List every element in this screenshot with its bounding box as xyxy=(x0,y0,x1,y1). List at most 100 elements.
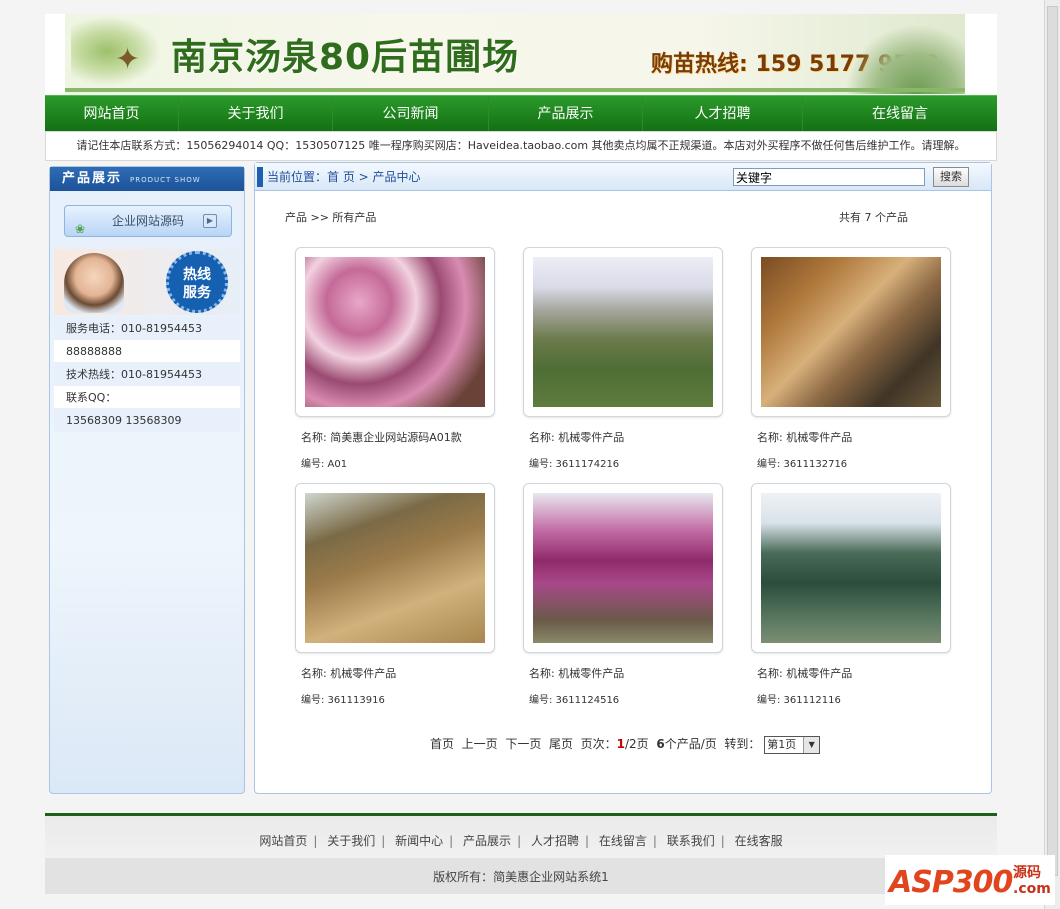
service-agent-avatar xyxy=(64,253,124,313)
footer-separator: | xyxy=(449,834,454,848)
pager-goto-label: 转到： xyxy=(724,737,761,751)
nav-item-products[interactable]: 产品展示 xyxy=(489,96,643,131)
product-code: 编号: 361112116 xyxy=(757,695,841,706)
footer-separator: | xyxy=(584,834,589,848)
product-card[interactable]: 名称: 机械零件产品 编号: 361112116 xyxy=(751,483,951,706)
pager-last[interactable]: 尾页 xyxy=(549,737,573,751)
product-card[interactable]: 名称: 机械零件产品 编号: 3611132716 xyxy=(751,247,951,470)
product-image-frame[interactable] xyxy=(295,483,495,653)
nav-item-about[interactable]: 关于我们 xyxy=(179,96,333,131)
sidebar-title: 产品展示 xyxy=(62,171,123,186)
pagination: 首页 上一页 下一页 尾页 页次：1/2页 6个产品/页 转到： 第1页 ▼ xyxy=(430,735,821,754)
hotline-service-badge: 热线 服务 xyxy=(166,251,228,313)
product-name[interactable]: 名称: 机械零件产品 xyxy=(523,429,723,445)
main-nav: 网站首页 关于我们 公司新闻 产品展示 人才招聘 在线留言 xyxy=(45,95,997,131)
pager-next[interactable]: 下一页 xyxy=(505,737,541,751)
product-image-frame[interactable] xyxy=(751,483,951,653)
sidebar-title-en: PRODUCT SHOW xyxy=(130,176,201,184)
footer-separator: | xyxy=(381,834,386,848)
service-banner: 热线 服务 xyxy=(54,249,240,315)
product-image-frame[interactable] xyxy=(751,247,951,417)
banner-divider xyxy=(65,88,965,92)
product-card[interactable]: 名称: 机械零件产品 编号: 3611124516 xyxy=(523,483,723,706)
footer-link-products[interactable]: 产品展示 xyxy=(463,834,511,848)
footer-link-support[interactable]: 在线客服 xyxy=(735,834,783,848)
footer-link-message[interactable]: 在线留言 xyxy=(599,834,647,848)
product-image-frame[interactable] xyxy=(523,247,723,417)
category-button-label: 企业网站源码 xyxy=(111,214,184,228)
pager-page-label: 页次： xyxy=(580,737,617,751)
footer-separator: | xyxy=(652,834,657,848)
header-banner: ✦ 南京汤泉80后苗圃场 购苗热线: 159 5177 9513 xyxy=(45,14,997,94)
search-button[interactable]: 搜索 xyxy=(933,167,969,187)
product-image[interactable] xyxy=(305,493,485,643)
product-image[interactable] xyxy=(761,257,941,407)
product-image[interactable] xyxy=(761,493,941,643)
product-code: 编号: 3611124516 xyxy=(529,695,620,706)
hills-decoration xyxy=(845,24,965,94)
product-code: 编号: 3611132716 xyxy=(757,459,848,470)
contact-phone-2: 88888888 xyxy=(54,340,240,363)
contact-qq-numbers: 13568309 13568309 xyxy=(54,409,240,432)
pager-per-page-label: 个产品/页 xyxy=(664,737,717,751)
product-image[interactable] xyxy=(305,257,485,407)
page-select[interactable]: 第1页 ▼ xyxy=(764,735,821,754)
product-image[interactable] xyxy=(533,257,713,407)
contact-qq-label: 联系QQ： xyxy=(54,386,240,409)
pager-prev[interactable]: 上一页 xyxy=(462,737,498,751)
search-input[interactable] xyxy=(733,168,925,186)
nav-item-news[interactable]: 公司新闻 xyxy=(333,96,489,131)
site-title: 南京汤泉80后苗圃场 xyxy=(171,37,520,78)
play-arrow-icon: ▶ xyxy=(203,214,217,228)
notice-bar: 请记住本店联系方式：15056294014 QQ：1530507125 唯一程序… xyxy=(45,131,997,161)
footer-link-contact[interactable]: 联系我们 xyxy=(667,834,715,848)
pager-per-page-count: 6 xyxy=(656,737,665,751)
watermark-logo: ASP300 源码 .com xyxy=(885,855,1055,905)
main-content: 当前位置：首 页 > 产品中心 搜索 产品 >> 所有产品 共有 7 个产品 名… xyxy=(254,162,992,794)
butterfly-icon: ✦ xyxy=(115,42,141,77)
watermark-brand: ASP300 xyxy=(889,865,1013,900)
pager-total: /2页 xyxy=(625,737,649,751)
footer-links: 网站首页 | 关于我们 | 新闻中心 | 产品展示 | 人才招聘 | 在线留言 | 联系我们… xyxy=(45,832,997,849)
leaf-icon: ❀ xyxy=(75,222,86,236)
product-name[interactable]: 名称: 机械零件产品 xyxy=(751,429,951,445)
sidebar: 产品展示 PRODUCT SHOW ❀ 企业网站源码 ▶ 热线 服务 服务电话：01… xyxy=(49,166,245,794)
location-bar: 当前位置：首 页 > 产品中心 搜索 xyxy=(255,163,991,191)
product-card[interactable]: 名称: 简美惠企业网站源码A01款 编号: A01 xyxy=(295,247,495,470)
product-count: 共有 7 个产品 xyxy=(839,211,908,224)
nav-item-home[interactable]: 网站首页 xyxy=(45,96,179,131)
chevron-down-icon[interactable]: ▼ xyxy=(803,736,820,753)
product-code: 编号: A01 xyxy=(301,459,348,470)
footer-separator: | xyxy=(517,834,522,848)
nav-item-jobs[interactable]: 人才招聘 xyxy=(643,96,803,131)
product-name[interactable]: 名称: 机械零件产品 xyxy=(295,665,495,681)
product-image[interactable] xyxy=(533,493,713,643)
product-crumb: 产品 >> 所有产品 xyxy=(285,211,377,224)
pager-first[interactable]: 首页 xyxy=(430,737,454,751)
product-name[interactable]: 名称: 简美惠企业网站源码A01款 xyxy=(295,429,495,445)
page-select-value: 第1页 xyxy=(767,737,797,751)
watermark-tag: 源码 .com xyxy=(1013,865,1051,897)
category-button[interactable]: ❀ 企业网站源码 ▶ xyxy=(64,205,232,237)
product-image-frame[interactable] xyxy=(295,247,495,417)
pager-current: 1 xyxy=(616,737,625,751)
footer-link-home[interactable]: 网站首页 xyxy=(259,834,307,848)
breadcrumb[interactable]: 当前位置：首 页 > 产品中心 xyxy=(267,163,421,191)
product-card[interactable]: 名称: 机械零件产品 编号: 361113916 xyxy=(295,483,495,706)
product-image-frame[interactable] xyxy=(523,483,723,653)
nav-item-message[interactable]: 在线留言 xyxy=(803,96,997,131)
footer-link-about[interactable]: 关于我们 xyxy=(327,834,375,848)
contact-tech-hotline: 技术热线：010-81954453 xyxy=(54,363,240,386)
vertical-scrollbar[interactable] xyxy=(1044,0,1060,909)
product-card[interactable]: 名称: 机械零件产品 编号: 3611174216 xyxy=(523,247,723,470)
scrollbar-thumb[interactable] xyxy=(1047,6,1058,876)
footer-separator: | xyxy=(313,834,318,848)
product-code: 编号: 3611174216 xyxy=(529,459,620,470)
footer-link-news[interactable]: 新闻中心 xyxy=(395,834,443,848)
footer-link-jobs[interactable]: 人才招聘 xyxy=(531,834,579,848)
location-marker xyxy=(257,167,263,187)
contact-list: 服务电话：010-81954453 88888888 技术热线：010-8195… xyxy=(54,317,240,432)
sidebar-header: 产品展示 PRODUCT SHOW xyxy=(50,167,244,191)
product-name[interactable]: 名称: 机械零件产品 xyxy=(523,665,723,681)
product-name[interactable]: 名称: 机械零件产品 xyxy=(751,665,951,681)
